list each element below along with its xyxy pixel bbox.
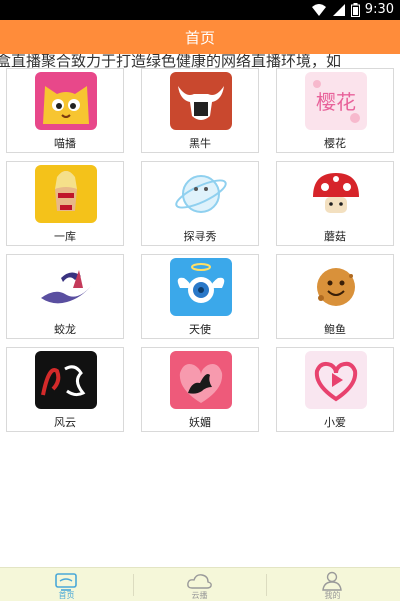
app-label: 黑牛 (189, 137, 211, 150)
app-tile-xiaoai[interactable]: 小爱 (276, 347, 394, 432)
app-label: 天使 (189, 323, 211, 336)
cloud-icon (187, 574, 212, 589)
svg-text:樱花: 樱花 (316, 90, 356, 114)
angel-camera-icon (170, 258, 232, 316)
heart-play-icon (305, 351, 367, 409)
dragon-icon (35, 258, 97, 316)
app-tile-heiniu[interactable]: 黑牛 (141, 68, 259, 153)
person-icon (322, 571, 342, 591)
bull-head-icon (170, 72, 232, 130)
app-label: 一库 (54, 230, 76, 243)
mushroom-icon (305, 165, 367, 223)
calligraphy-icon (35, 351, 97, 409)
wifi-icon (311, 4, 326, 16)
header: 首页 (0, 20, 400, 54)
status-bar: 9:30 (0, 0, 400, 20)
app-label: 蛟龙 (54, 323, 76, 336)
silhouette-woman-icon (170, 351, 232, 409)
smiling-cookie-icon (305, 258, 367, 316)
tab-cloud[interactable]: 云播 (133, 568, 266, 601)
app-tile-miaobo[interactable]: 喵播 (6, 68, 124, 153)
cat-face-icon (35, 72, 97, 130)
app-tile-tianshi[interactable]: 天使 (141, 254, 259, 339)
app-tile-fengyun[interactable]: 风云 (6, 347, 124, 432)
tab-label: 首页 (58, 591, 75, 600)
app-label: 喵播 (54, 137, 76, 150)
app-tile-yinghua[interactable]: 樱花 樱花 (276, 68, 394, 153)
app-label: 樱花 (324, 137, 346, 150)
signal-icon (332, 4, 345, 16)
app-tile-yiku[interactable]: 一库 (6, 161, 124, 246)
home-screen-icon (55, 573, 77, 591)
planet-icon (170, 165, 232, 223)
page-title: 首页 (184, 28, 215, 47)
battery-icon (350, 3, 360, 17)
tab-label: 我的 (324, 591, 341, 600)
app-tile-baoyu[interactable]: 鲍鱼 (276, 254, 394, 339)
app-label: 妖媚 (189, 416, 211, 429)
tab-home[interactable]: 首页 (0, 568, 133, 601)
sakura-text-icon: 樱花 (305, 72, 367, 130)
app-tile-yaomei[interactable]: 妖媚 (141, 347, 259, 432)
clock: 9:30 (364, 2, 394, 17)
app-label: 小爱 (324, 416, 346, 429)
app-tile-tanxunxiu[interactable]: 探寻秀 (141, 161, 259, 246)
tab-profile[interactable]: 我的 (266, 568, 399, 601)
app-tile-mogu[interactable]: 蘑菇 (276, 161, 394, 246)
app-label: 风云 (54, 416, 76, 429)
app-tile-jiaolong[interactable]: 蛟龙 (6, 254, 124, 339)
tab-label: 云播 (191, 591, 208, 600)
app-label: 鲍鱼 (324, 323, 346, 336)
bottom-tab-bar: 首页 云播 我的 (0, 567, 400, 601)
bikini-girl-icon (35, 165, 97, 223)
app-label: 蘑菇 (324, 230, 346, 243)
app-label: 探寻秀 (183, 230, 217, 243)
